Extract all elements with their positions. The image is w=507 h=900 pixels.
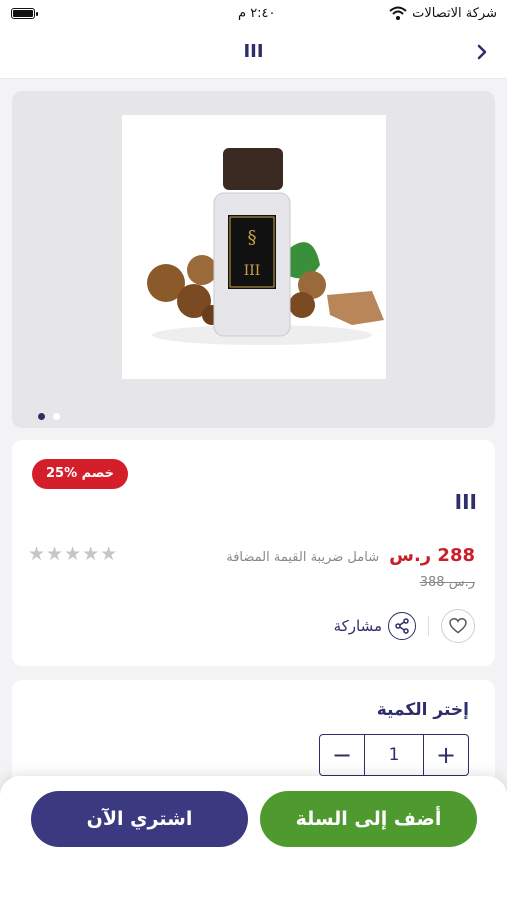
back-button[interactable] [470, 40, 494, 64]
rating-stars[interactable]: ★★★★★ [28, 543, 118, 565]
navigation-bar: III [0, 28, 507, 79]
current-price: 288 ر.س [389, 545, 475, 566]
favorite-button[interactable] [441, 609, 475, 643]
share-button[interactable] [388, 612, 416, 640]
product-image: § III [122, 115, 386, 379]
product-name: III [454, 490, 477, 514]
buy-now-button[interactable]: اشتري الآن [31, 791, 248, 847]
add-to-cart-button[interactable]: أضف إلى السلة [260, 791, 477, 847]
product-actions: مشاركة [334, 609, 475, 643]
carousel-dots [38, 405, 68, 424]
action-divider [428, 616, 429, 636]
discount-badge: خصم %25 [32, 459, 129, 489]
old-price: 388 ر.س [419, 575, 475, 590]
svg-text:III: III [244, 263, 261, 279]
status-bar: ٢:٤٠ م شركة الاتصالات [0, 0, 507, 28]
carrier-name: شركة الاتصالات [412, 6, 497, 21]
heart-icon [449, 618, 467, 634]
status-time: ٢:٤٠ م [238, 6, 276, 21]
product-info-card: خصم %25 III ★★★★★ 288 ر.س شامل ضريبة الق… [12, 440, 495, 666]
price-row: 288 ر.س شامل ضريبة القيمة المضافة [226, 545, 475, 566]
carousel-dot-active[interactable] [38, 413, 45, 420]
share-icon [395, 618, 409, 634]
product-image-carousel[interactable]: § III [12, 91, 495, 428]
chevron-right-icon [477, 44, 487, 60]
quantity-stepper[interactable]: − 1 + [319, 734, 469, 776]
page-title: III [243, 41, 264, 62]
carousel-dot[interactable] [53, 413, 60, 420]
vat-note: شامل ضريبة القيمة المضافة [226, 550, 380, 565]
svg-text:§: § [248, 227, 257, 248]
quantity-title: إختر الكمية [376, 700, 469, 720]
wifi-icon [389, 5, 407, 24]
bottom-action-bar: اشتري الآن أضف إلى السلة [0, 776, 507, 900]
decrement-button[interactable]: − [320, 735, 364, 775]
increment-button[interactable]: + [424, 735, 468, 775]
quantity-value[interactable]: 1 [364, 735, 424, 775]
battery-icon [11, 8, 38, 19]
share-label[interactable]: مشاركة [334, 617, 382, 635]
